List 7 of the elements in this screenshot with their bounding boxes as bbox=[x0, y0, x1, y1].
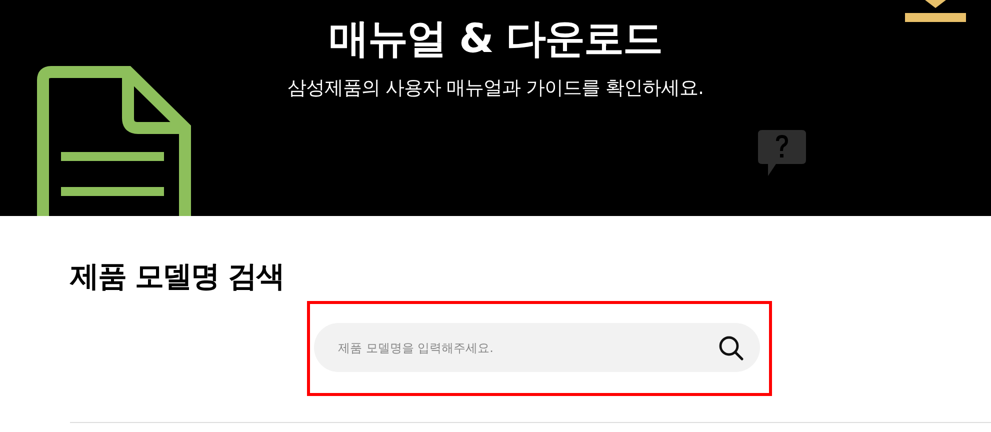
banner-title: 매뉴얼 & 다운로드 bbox=[329, 15, 662, 64]
banner-subtitle: 삼성제품의 사용자 매뉴얼과 가이드를 확인하세요. bbox=[287, 76, 704, 100]
search-field[interactable]: 제품 모델명을 입력해주세요. bbox=[314, 323, 760, 372]
download-icon bbox=[905, 0, 966, 22]
search-icon[interactable] bbox=[718, 335, 744, 361]
question-bubble-icon bbox=[758, 130, 806, 176]
section-heading: 제품 모델명 검색 bbox=[70, 258, 286, 295]
